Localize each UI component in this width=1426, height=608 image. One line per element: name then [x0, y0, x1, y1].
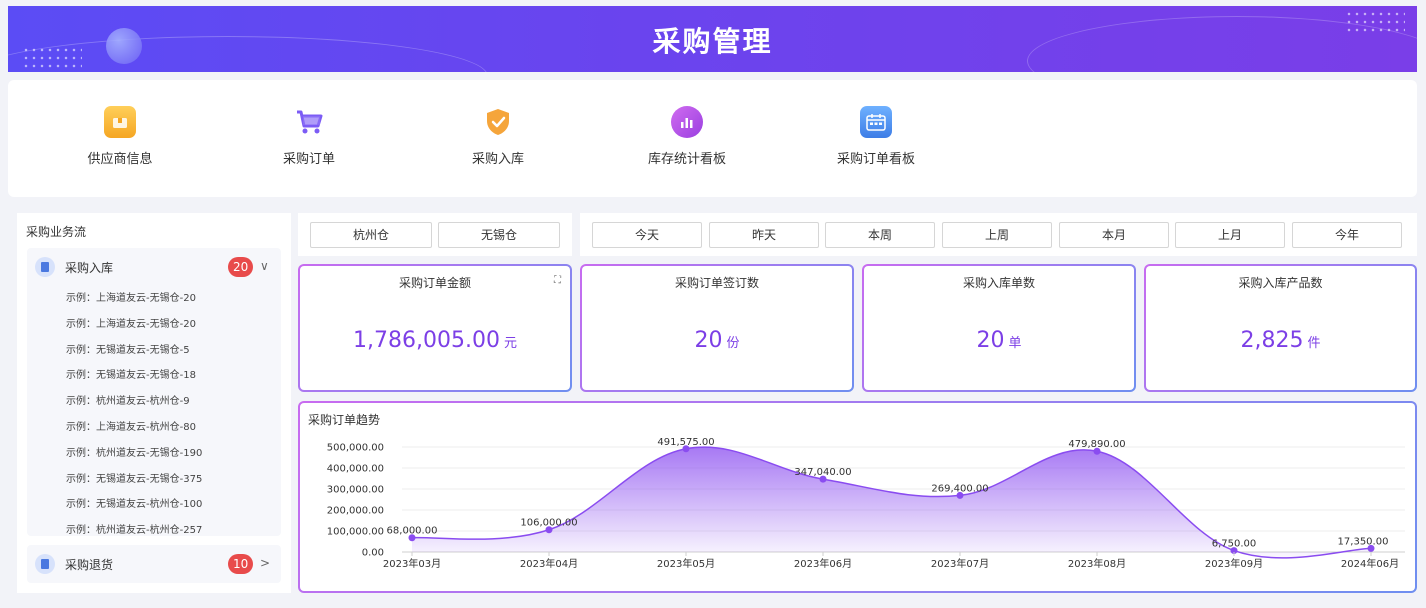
x-tick-label: 2023年03月: [383, 557, 441, 570]
period-filter: 今天 昨天 本周 上周 本月 上月 今年: [580, 213, 1417, 256]
page-title: 采购管理: [652, 25, 773, 58]
tab-this-month[interactable]: 本月: [1059, 222, 1169, 248]
count-badge: 20: [228, 257, 254, 277]
count-badge: 10: [228, 554, 254, 574]
list-item[interactable]: 示例：无锡道友云-无锡仓-18: [27, 363, 281, 389]
quick-nav: 供应商信息 采购订单 采购入库 库存统计看板 采购订单看板: [8, 80, 1417, 197]
panel-title: 采购业务流: [26, 225, 87, 239]
x-tick-label: 2023年07月: [931, 557, 989, 570]
list-item[interactable]: 示例：无锡道友云-无锡仓-375: [27, 467, 281, 493]
nav-inventory-dashboard[interactable]: 库存统计看板: [627, 106, 747, 167]
chevron-down-icon[interactable]: ∨: [260, 259, 269, 273]
tab-hangzhou-warehouse[interactable]: 杭州仓: [310, 222, 432, 248]
x-tick-label: 2023年08月: [1068, 557, 1126, 570]
stat-unit: 件: [1307, 336, 1321, 351]
chevron-right-icon[interactable]: >: [260, 556, 270, 570]
x-tick-label: 2023年05月: [657, 557, 715, 570]
workflow-group-return[interactable]: 采购退货 10 >: [27, 545, 281, 583]
y-tick-label: 300,000.00: [327, 485, 384, 496]
stat-value: 20: [694, 328, 723, 353]
data-label: 68,000.00: [387, 526, 438, 537]
stat-value: 20: [976, 328, 1005, 353]
stat-value: 2,825: [1240, 328, 1304, 353]
bar-chart-icon: [671, 106, 703, 138]
x-tick-label: 2023年04月: [520, 557, 578, 570]
list-item[interactable]: 示例：无锡道友云-无锡仓-5: [27, 338, 281, 364]
x-tick-label: 2023年06月: [794, 557, 852, 570]
tab-this-year[interactable]: 今年: [1292, 222, 1402, 248]
group-header[interactable]: 采购退货 10 >: [27, 545, 281, 583]
tab-wuxi-warehouse[interactable]: 无锡仓: [438, 222, 560, 248]
data-label: 6,750.00: [1212, 539, 1257, 550]
data-label: 347,040.00: [794, 467, 851, 478]
nav-label: 采购订单: [282, 152, 335, 167]
nav-label: 采购入库: [471, 152, 524, 167]
warehouse-filter: 杭州仓 无锡仓: [298, 213, 572, 256]
stat-card-inbound-orders: 采购入库单数 20 单: [862, 264, 1136, 392]
calendar-icon: [860, 106, 892, 138]
group-items: 示例：上海道友云-无锡仓-20 示例：上海道友云-无锡仓-20 示例：无锡道友云…: [27, 286, 281, 544]
data-label: 17,350.00: [1338, 536, 1389, 547]
data-label: 491,575.00: [657, 437, 714, 448]
list-item[interactable]: 示例：杭州道友云-无锡仓-190: [27, 441, 281, 467]
tab-last-week[interactable]: 上周: [942, 222, 1052, 248]
stat-title: 采购入库单数: [962, 276, 1035, 290]
stat-value: 1,786,005.00: [353, 328, 500, 353]
expand-icon[interactable]: ⛶: [554, 275, 561, 286]
list-item[interactable]: 示例：上海道友云-杭州仓-80: [27, 415, 281, 441]
stat-title: 采购订单签订数: [674, 276, 759, 290]
stat-title: 采购入库产品数: [1238, 276, 1323, 290]
list-item[interactable]: 示例：杭州道友云-杭州仓-257: [27, 518, 281, 544]
data-label: 479,890.00: [1068, 439, 1125, 450]
workflow-panel: 采购业务流 采购入库 20 ∨ 示例：上海道友云-无锡仓-20 示例：上海道友云…: [17, 213, 291, 593]
group-header[interactable]: 采购入库 20 ∨: [27, 248, 281, 286]
stat-value-row: 20 份: [582, 328, 852, 353]
x-tick-label: 2024年06月: [1341, 557, 1399, 570]
y-tick-label: 500,000.00: [327, 443, 384, 454]
document-icon: [35, 257, 55, 277]
stat-card-order-amount: 采购订单金额 ⛶ 1,786,005.00 元: [298, 264, 572, 392]
group-label: 采购入库: [65, 261, 114, 275]
nav-label: 库存统计看板: [647, 152, 726, 167]
trend-plot: 0.00 100,000.00 200,000.00 300,000.00 400,00…: [327, 437, 1405, 570]
y-tick-label: 400,000.00: [327, 464, 384, 475]
stat-value-row: 20 单: [864, 328, 1134, 353]
nav-label: 供应商信息: [87, 152, 153, 167]
data-label: 269,400.00: [931, 483, 988, 494]
header-banner: 采购管理: [8, 6, 1417, 72]
shield-check-icon: [482, 106, 514, 138]
supplier-icon: [104, 106, 136, 138]
tab-yesterday[interactable]: 昨天: [709, 222, 819, 248]
workflow-group-inbound: 采购入库 20 ∨ 示例：上海道友云-无锡仓-20 示例：上海道友云-无锡仓-2…: [27, 248, 281, 536]
stat-card-orders-signed: 采购订单签订数 20 份: [580, 264, 854, 392]
y-tick-label: 0.00: [362, 548, 384, 559]
nav-order-dashboard[interactable]: 采购订单看板: [816, 106, 936, 167]
order-trend-chart: 采购订单趋势 0.00 100,000.00 200,000.00 300,000.0…: [298, 401, 1417, 593]
tab-this-week[interactable]: 本周: [825, 222, 935, 248]
stat-unit: 单: [1008, 336, 1022, 351]
stat-value-row: 1,786,005.00 元: [300, 328, 570, 353]
y-tick-label: 200,000.00: [327, 506, 384, 517]
x-tick-label: 2023年09月: [1205, 557, 1263, 570]
stat-unit: 元: [503, 336, 517, 351]
stat-card-inbound-products: 采购入库产品数 2,825 件: [1144, 264, 1417, 392]
data-label: 106,000.00: [520, 518, 577, 529]
group-label: 采购退货: [65, 558, 114, 572]
nav-label: 采购订单看板: [836, 152, 915, 167]
tab-today[interactable]: 今天: [592, 222, 702, 248]
list-item[interactable]: 示例：上海道友云-无锡仓-20: [27, 312, 281, 338]
nav-supplier-info[interactable]: 供应商信息: [60, 106, 180, 167]
list-item[interactable]: 示例：上海道友云-无锡仓-20: [27, 286, 281, 312]
stat-value-row: 2,825 件: [1146, 328, 1415, 353]
stat-title: 采购订单金额: [398, 276, 471, 290]
y-tick-label: 100,000.00: [327, 527, 384, 538]
nav-purchase-inbound[interactable]: 采购入库: [438, 106, 558, 167]
cart-icon: [293, 106, 325, 138]
document-icon: [35, 554, 55, 574]
stat-unit: 份: [726, 336, 740, 351]
nav-purchase-order[interactable]: 采购订单: [249, 106, 369, 167]
tab-last-month[interactable]: 上月: [1175, 222, 1285, 248]
list-item[interactable]: 示例：无锡道友云-杭州仓-100: [27, 492, 281, 518]
list-item[interactable]: 示例：杭州道友云-杭州仓-9: [27, 389, 281, 415]
